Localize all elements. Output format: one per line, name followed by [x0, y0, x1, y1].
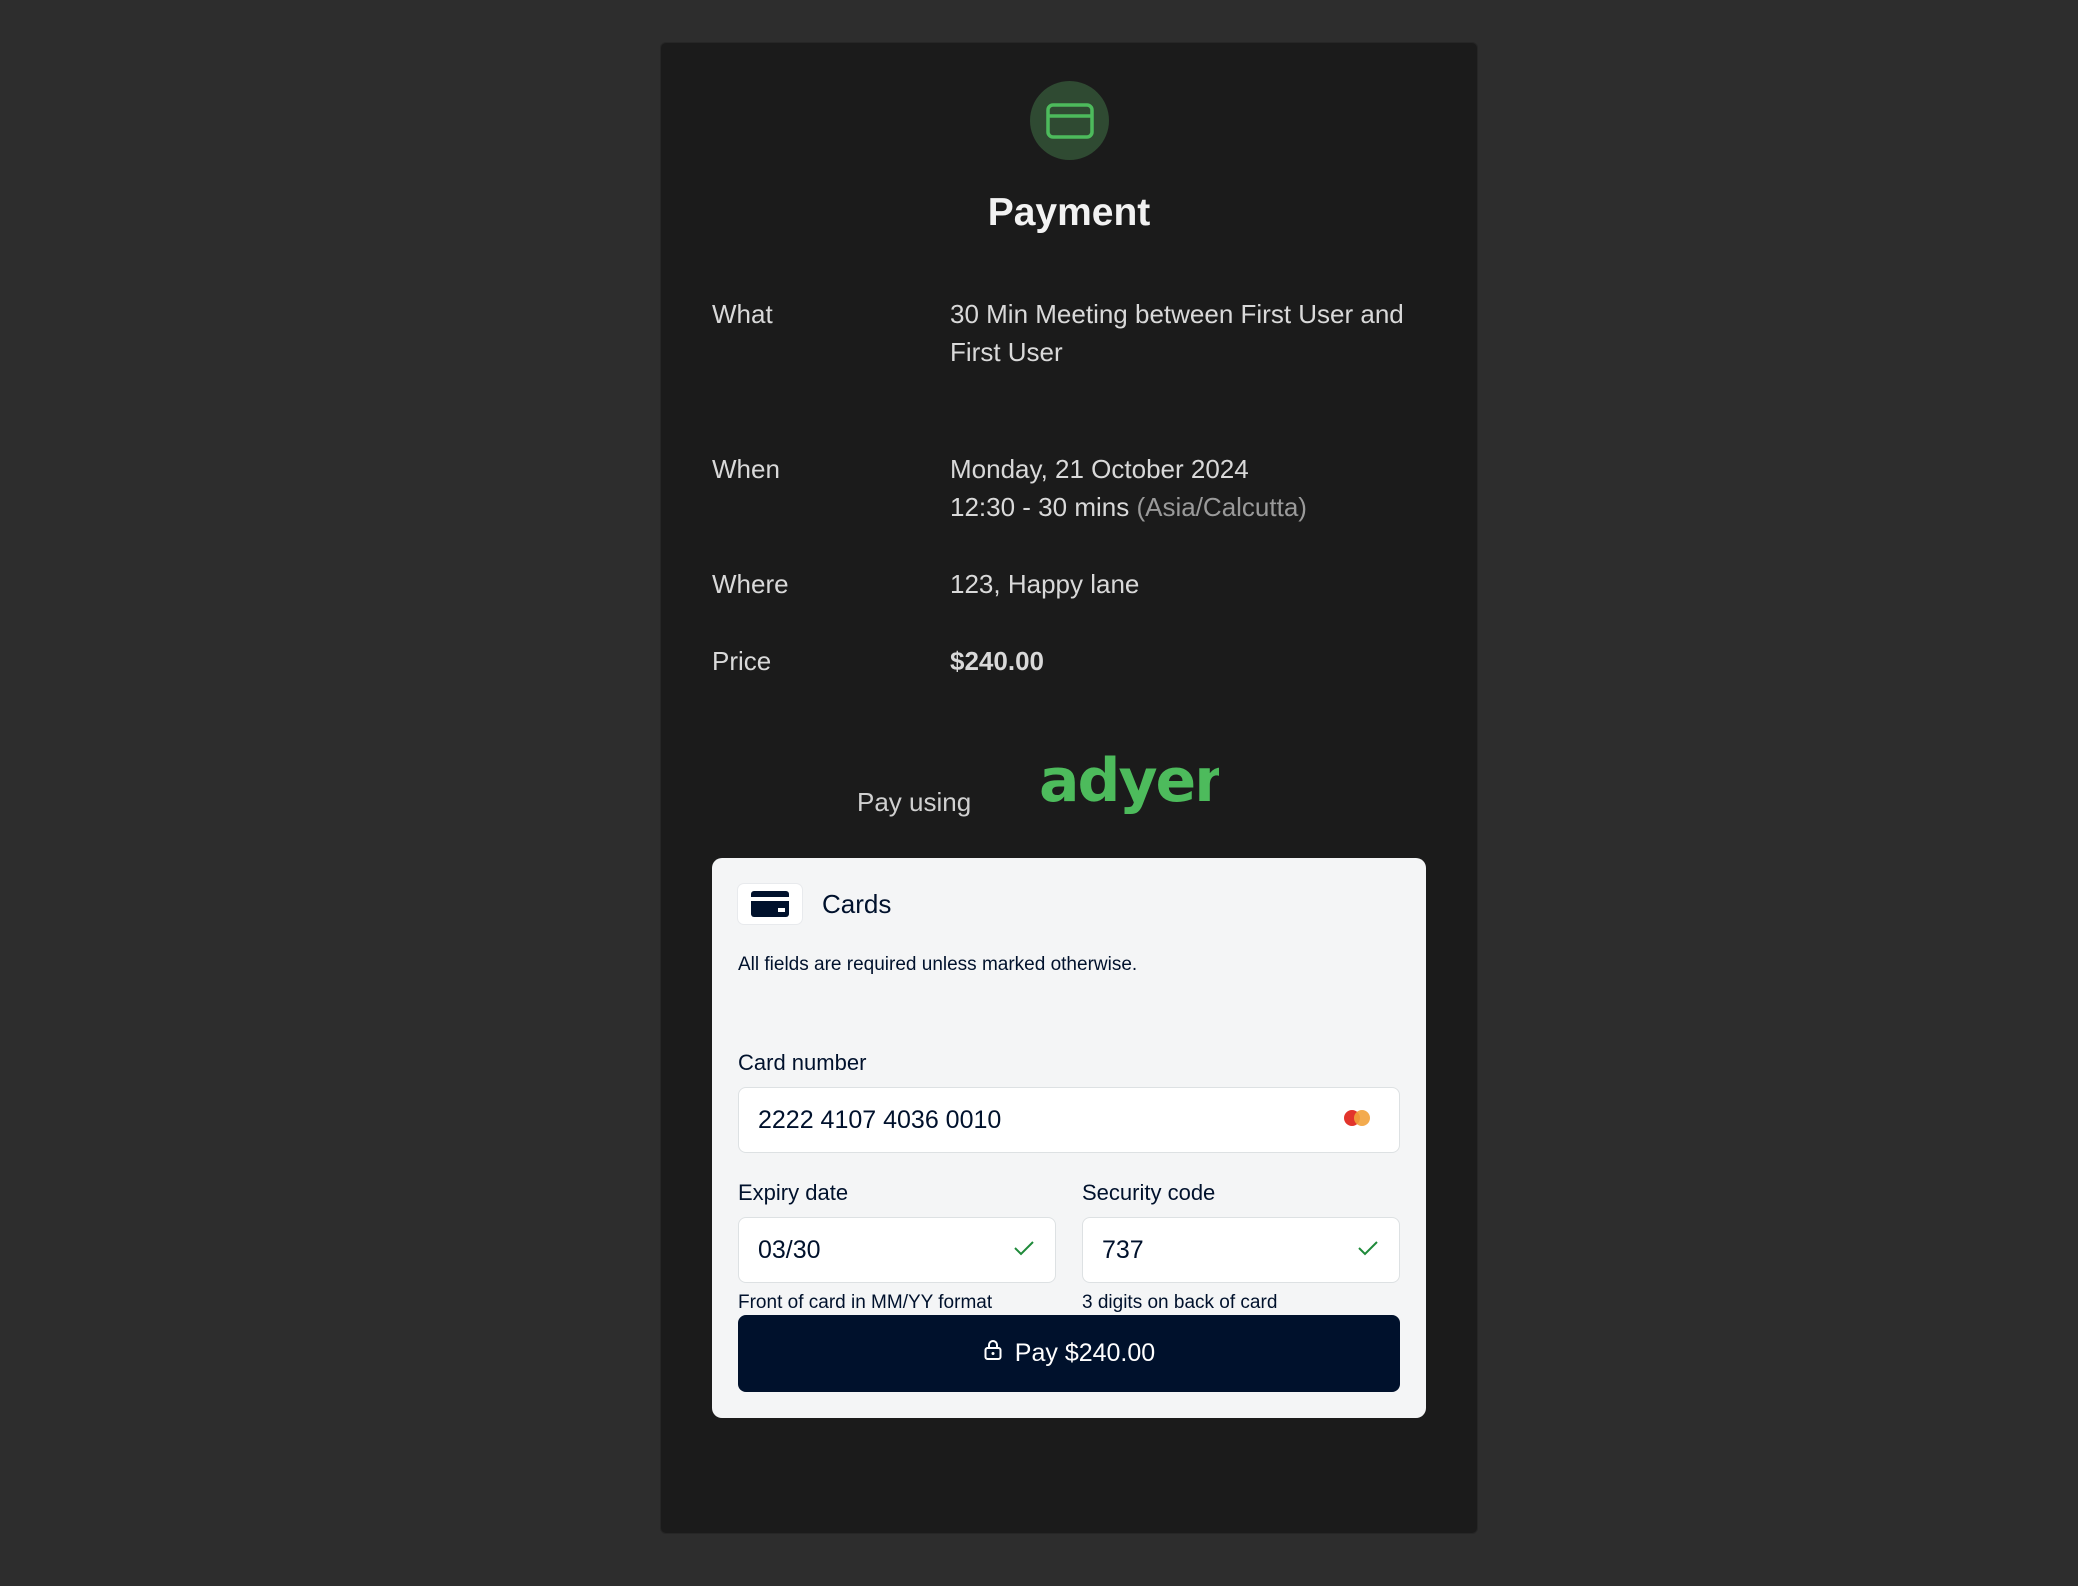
pay-button-label: Pay $240.00	[1014, 1339, 1156, 1367]
price-value: $240.00	[950, 646, 1044, 676]
expiry-date-helper: Front of card in MM/YY format	[738, 1292, 993, 1313]
meeting-date: Monday, 21 October 2024	[950, 454, 1249, 484]
pay-using-label: Pay using	[857, 787, 972, 817]
adyen-logo: adyen	[1039, 746, 1237, 824]
check-icon	[1357, 1239, 1379, 1262]
card-number-value: 2222 4107 4036 0010	[758, 1105, 1002, 1134]
detail-label: What	[712, 299, 773, 329]
payment-panel: Payment What 30 Min Meeting between Firs…	[660, 42, 1478, 1534]
security-code-helper: 3 digits on back of card	[1082, 1292, 1278, 1313]
payment-method-header[interactable]: Cards	[738, 884, 891, 924]
page-title: Payment	[987, 191, 1151, 234]
detail-value: Monday, 21 October 2024 12:30 - 30 mins …	[950, 450, 1410, 526]
check-icon	[1013, 1239, 1035, 1262]
logo-text: adyen	[1039, 753, 1219, 816]
card-form: Cards All fields are required unless mar…	[712, 858, 1426, 1418]
detail-value: 123, Happy lane	[950, 569, 1140, 599]
pay-button[interactable]: Pay $240.00	[738, 1315, 1400, 1392]
expiry-date-input[interactable]: 03/30	[738, 1217, 1056, 1283]
detail-value: 30 Min Meeting between First User and Fi…	[950, 299, 1404, 367]
payment-method-label: Cards	[822, 888, 892, 919]
mastercard-icon	[1341, 1108, 1375, 1133]
meeting-timezone: (Asia/Calcutta)	[1136, 492, 1307, 522]
required-note: All fields are required unless marked ot…	[738, 954, 1138, 975]
security-code-value: 737	[1102, 1235, 1144, 1264]
security-code-label: Security code	[1082, 1180, 1216, 1205]
lock-icon	[983, 1339, 1003, 1368]
card-number-input[interactable]: 2222 4107 4036 0010	[738, 1087, 1400, 1153]
detail-label: Price	[712, 646, 772, 676]
security-code-input[interactable]: 737	[1082, 1217, 1400, 1283]
detail-label: Where	[712, 569, 789, 599]
expiry-date-label: Expiry date	[738, 1180, 849, 1205]
credit-card-icon	[1030, 81, 1109, 160]
expiry-date-value: 03/30	[758, 1235, 821, 1264]
meeting-time: 12:30 - 30 mins	[950, 492, 1130, 522]
card-icon	[738, 884, 802, 924]
card-number-label: Card number	[738, 1050, 867, 1075]
detail-label: When	[712, 454, 780, 484]
